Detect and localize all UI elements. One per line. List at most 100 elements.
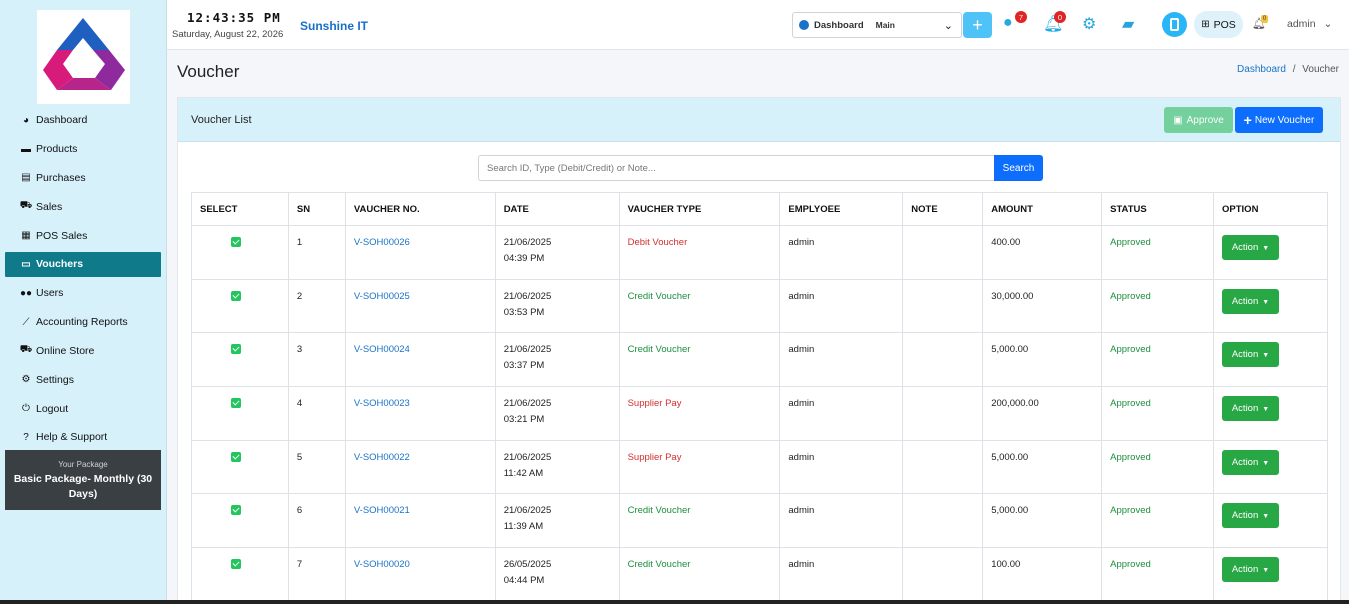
breadcrumb-dashboard-link[interactable]: Dashboard <box>1237 64 1286 75</box>
voucher-link[interactable]: V-SOH00023 <box>354 398 410 409</box>
action-dropdown-button[interactable]: Action ▼ <box>1222 449 1280 475</box>
voucher-no-cell: V-SOH00024 <box>344 332 496 388</box>
date-value: 21/06/2025 <box>503 398 552 410</box>
col-select[interactable]: SELECT <box>191 192 289 226</box>
gear-icon[interactable]: ⚙ <box>1082 14 1096 34</box>
cash-register-icon: ▦ <box>21 230 31 242</box>
company-logo[interactable] <box>37 10 130 104</box>
col-voucher-no[interactable]: VAUCHER NO. <box>344 192 496 226</box>
status-value: Approved <box>1110 290 1151 302</box>
status-cell: Approved <box>1101 386 1215 441</box>
sn-cell: 5 <box>287 439 346 495</box>
brand-name[interactable]: Sunshine IT <box>300 19 368 33</box>
sidebar-item-users[interactable]: ●● Users <box>5 279 161 308</box>
row-checkbox[interactable] <box>230 398 241 409</box>
sidebar-item-sales[interactable]: ⛟ Sales <box>5 192 161 221</box>
new-voucher-button[interactable]: + New Voucher <box>1235 107 1323 133</box>
sidebar-item-help-support[interactable]: ? Help & Support <box>5 423 161 452</box>
row-checkbox[interactable] <box>230 505 241 516</box>
pos-button[interactable]: ⊞ POS <box>1194 11 1243 38</box>
sidebar-item-purchases[interactable]: ▤ Purchases <box>5 164 161 193</box>
col-date[interactable]: DATE <box>494 192 620 226</box>
sidebar-item-logout[interactable]: ⏻ Logout <box>5 394 161 423</box>
date-value: 21/06/2025 <box>503 344 552 356</box>
sidebar-item-label: Users <box>36 287 64 300</box>
user-menu[interactable]: admin ⌄ <box>1287 18 1332 30</box>
sidebar-item-accounting-reports[interactable]: ⟋ Accounting Reports <box>5 308 161 337</box>
voucher-no-cell: V-SOH00023 <box>344 386 496 441</box>
cart-icon: ⛟ <box>19 344 33 356</box>
sidebar-item-vouchers[interactable]: ▭ Vouchers <box>5 251 161 277</box>
time-value: 03:21 PM <box>503 414 545 426</box>
breadcrumb: Dashboard / Voucher <box>1237 64 1339 75</box>
row-checkbox[interactable] <box>230 290 241 301</box>
approve-button[interactable]: ▣ Approve <box>1164 107 1233 133</box>
col-sn[interactable]: SN <box>287 192 346 226</box>
action-dropdown-button[interactable]: Action ▼ <box>1222 396 1280 422</box>
voucher-link[interactable]: V-SOH00025 <box>354 291 410 302</box>
amount-cell: 5,000.00 <box>982 439 1103 495</box>
sn-cell: 2 <box>287 278 346 334</box>
sidebar-item-dashboard[interactable]: ◕ Dashboard <box>5 106 161 135</box>
voucher-type-value: Credit Voucher <box>627 344 691 356</box>
search-bar: Search <box>478 155 1043 181</box>
voucher-no-cell: V-SOH00026 <box>344 225 496 280</box>
row-checkbox[interactable] <box>230 559 241 570</box>
caret-down-icon: ▼ <box>1262 245 1270 252</box>
col-voucher-type[interactable]: VAUCHER TYPE <box>618 192 781 226</box>
employee-cell: admin <box>779 547 904 602</box>
sidebar-item-label: Sales <box>36 200 63 213</box>
table-body: 1 V-SOH00026 21/06/2025 04:39 PM Debit Vouch… <box>191 225 1328 602</box>
action-label: Action <box>1231 403 1259 415</box>
caret-down-icon: ▼ <box>1262 352 1270 360</box>
action-dropdown-button[interactable]: Action ▼ <box>1222 235 1280 260</box>
alert-icon[interactable]: ● <box>1003 14 1013 32</box>
sn-cell: 3 <box>287 332 346 388</box>
search-input[interactable] <box>478 155 994 181</box>
col-employee[interactable]: EMPLYOEE <box>779 192 904 226</box>
time-value: 04:44 PM <box>503 575 545 587</box>
voucher-link[interactable]: V-SOH00021 <box>354 505 410 516</box>
select-cell <box>191 493 289 549</box>
voucher-link[interactable]: V-SOH00024 <box>354 344 410 355</box>
action-dropdown-button[interactable]: Action ▼ <box>1222 557 1280 583</box>
date-value: 26/05/2025 <box>503 559 552 571</box>
date-cell: 21/06/2025 03:37 PM <box>494 332 620 388</box>
dashboard-select[interactable]: Dashboard Main ⌄ <box>792 12 962 38</box>
dashboard-icon <box>799 20 809 30</box>
voucher-table: SELECT SN VAUCHER NO. DATE VAUCHER TYPE … <box>191 192 1328 602</box>
sidebar-item-products[interactable]: ▬ Products <box>5 135 161 164</box>
action-label: Action <box>1231 564 1259 576</box>
status-value: Approved <box>1110 559 1151 571</box>
box-icon: ▬ <box>21 143 31 155</box>
new-voucher-label: New Voucher <box>1254 114 1315 126</box>
action-dropdown-button[interactable]: Action ▼ <box>1222 503 1280 529</box>
voucher-link[interactable]: V-SOH00022 <box>354 452 410 463</box>
time-value: 04:39 PM <box>503 253 545 264</box>
select-cell <box>191 547 289 602</box>
chart-line-icon: ⟋ <box>22 316 30 328</box>
quick-add-button[interactable]: + <box>963 12 992 38</box>
col-status[interactable]: STATUS <box>1101 192 1215 226</box>
status-value: Approved <box>1110 451 1151 463</box>
voucher-list-card: Voucher List ▣ Approve + New Voucher Sea… <box>177 97 1341 604</box>
time-value: 11:39 AM <box>503 521 544 533</box>
action-dropdown-button[interactable]: Action ▼ <box>1222 342 1280 368</box>
search-button[interactable]: Search <box>994 155 1043 181</box>
sidebar-item-settings[interactable]: ⚙ Settings <box>5 365 161 394</box>
col-amount[interactable]: AMOUNT <box>982 192 1103 226</box>
sidebar-item-pos-sales[interactable]: ▦ POS Sales <box>5 221 161 250</box>
mobile-view-button[interactable] <box>1162 12 1187 37</box>
row-checkbox[interactable] <box>230 451 241 462</box>
voucher-link[interactable]: V-SOH00026 <box>354 237 410 248</box>
table-header-row: SELECT SN VAUCHER NO. DATE VAUCHER TYPE … <box>191 192 1328 226</box>
sidebar-item-online-store[interactable]: ⛟ Online Store <box>5 337 161 366</box>
row-checkbox[interactable] <box>230 237 241 247</box>
caret-down-icon: ▼ <box>1262 513 1270 521</box>
row-checkbox[interactable] <box>230 344 241 355</box>
col-note[interactable]: NOTE <box>902 192 984 226</box>
voucher-link[interactable]: V-SOH00020 <box>354 559 410 570</box>
select-cell <box>191 439 289 495</box>
folder-icon[interactable]: ▰ <box>1122 14 1134 34</box>
action-dropdown-button[interactable]: Action ▼ <box>1222 288 1280 314</box>
